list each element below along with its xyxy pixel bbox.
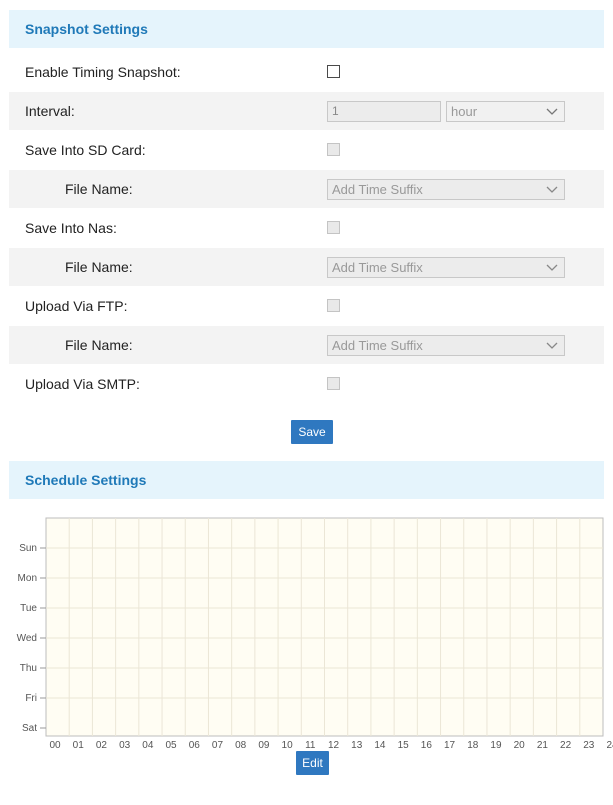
enable-timing-snapshot-checkbox[interactable] [327, 65, 340, 78]
save-into-sd-card-checkbox[interactable] [327, 143, 340, 156]
hour-label: 20 [514, 740, 526, 748]
snapshot-settings-header: Snapshot Settings [9, 10, 604, 48]
nas-file-name-row: File Name: Add Time Suffix [9, 248, 604, 286]
snapshot-settings-title: Snapshot Settings [25, 21, 148, 37]
save-into-nas-row: Save Into Nas: [9, 209, 604, 247]
enable-timing-snapshot-label: Enable Timing Snapshot: [25, 64, 181, 80]
hour-label: 23 [583, 740, 595, 748]
hour-label: 22 [560, 740, 572, 748]
hour-label: 11 [305, 740, 316, 748]
hour-label: 18 [467, 740, 479, 748]
save-into-nas-label: Save Into Nas: [25, 220, 117, 236]
hour-label: 06 [189, 740, 201, 748]
hour-label: 15 [398, 740, 410, 748]
nas-file-name-value: Add Time Suffix [332, 260, 423, 275]
day-label: Fri [25, 693, 37, 704]
sd-file-name-value: Add Time Suffix [332, 182, 423, 197]
hour-label: 10 [282, 740, 294, 748]
sd-file-name-label: File Name: [65, 181, 133, 197]
hour-label: 05 [165, 740, 177, 748]
chevron-down-icon [546, 108, 558, 115]
day-label: Wed [17, 633, 37, 644]
ftp-file-name-label: File Name: [65, 337, 133, 353]
ftp-file-name-value: Add Time Suffix [332, 338, 423, 353]
hour-label: 21 [537, 740, 549, 748]
interval-label: Interval: [25, 103, 75, 119]
hour-label: 00 [49, 740, 61, 748]
nas-file-name-select[interactable]: Add Time Suffix [327, 257, 565, 278]
upload-via-smtp-checkbox[interactable] [327, 377, 340, 390]
hour-label: 16 [421, 740, 433, 748]
ftp-file-name-row: File Name: Add Time Suffix [9, 326, 604, 364]
schedule-settings-title: Schedule Settings [25, 472, 147, 488]
hour-label: 01 [73, 740, 85, 748]
hour-label: 13 [351, 740, 363, 748]
upload-via-ftp-label: Upload Via FTP: [25, 298, 128, 314]
upload-via-smtp-row: Upload Via SMTP: [9, 365, 604, 403]
hour-label: 07 [212, 740, 224, 748]
day-label: Sat [22, 723, 37, 734]
hour-label: 03 [119, 740, 131, 748]
hour-label: 17 [444, 740, 456, 748]
day-label: Mon [18, 573, 37, 584]
day-label: Sun [19, 543, 37, 554]
chevron-down-icon [546, 186, 558, 193]
hour-label: 09 [258, 740, 270, 748]
sd-file-name-row: File Name: Add Time Suffix [9, 170, 604, 208]
upload-via-ftp-row: Upload Via FTP: [9, 287, 604, 325]
nas-file-name-label: File Name: [65, 259, 133, 275]
upload-via-ftp-checkbox[interactable] [327, 299, 340, 312]
interval-input[interactable]: 1 [327, 101, 441, 122]
save-into-sd-card-label: Save Into SD Card: [25, 142, 146, 158]
hour-label: 02 [96, 740, 108, 748]
schedule-settings-header: Schedule Settings [9, 461, 604, 499]
hour-label: 14 [374, 740, 386, 748]
save-into-nas-checkbox[interactable] [327, 221, 340, 234]
interval-row: Interval: 1 hour [9, 92, 604, 130]
schedule-grid[interactable]: Sun Mon Tue Wed Thu Fri Sat 00 01 02 03 04 05 06 07 08… [0, 508, 613, 748]
hour-label: 12 [328, 740, 340, 748]
day-label: Thu [20, 663, 37, 674]
hour-label: 04 [142, 740, 154, 748]
hour-label: 24 [606, 740, 613, 748]
sd-file-name-select[interactable]: Add Time Suffix [327, 179, 565, 200]
interval-unit-select[interactable]: hour [446, 101, 565, 122]
chevron-down-icon [546, 342, 558, 349]
save-button[interactable]: Save [291, 420, 333, 444]
chevron-down-icon [546, 264, 558, 271]
interval-unit-value: hour [451, 104, 478, 119]
ftp-file-name-select[interactable]: Add Time Suffix [327, 335, 565, 356]
upload-via-smtp-label: Upload Via SMTP: [25, 376, 140, 392]
hour-label: 19 [490, 740, 502, 748]
edit-button[interactable]: Edit [296, 751, 329, 775]
enable-timing-snapshot-row: Enable Timing Snapshot: [9, 53, 604, 91]
day-label: Tue [20, 603, 37, 614]
interval-value: 1 [332, 104, 339, 118]
save-into-sd-card-row: Save Into SD Card: [9, 131, 604, 169]
hour-label: 08 [235, 740, 247, 748]
